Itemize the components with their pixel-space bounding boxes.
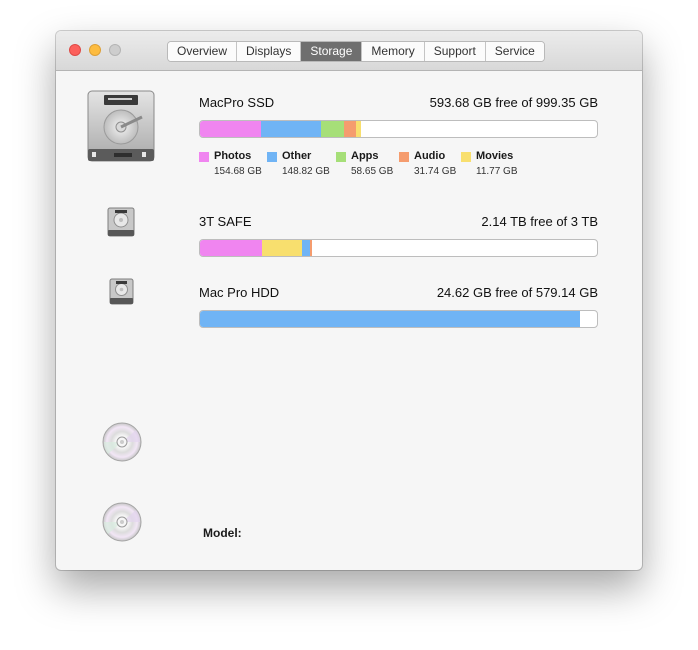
legend-label: Apps	[351, 150, 379, 162]
legend-size: 11.77 GB	[476, 166, 518, 176]
usage-segment-apps	[320, 121, 344, 137]
tab-service[interactable]: Service	[484, 42, 544, 61]
usage-segment-movies	[262, 240, 302, 256]
legend-size: 148.82 GB	[282, 166, 330, 176]
hard-drive-icon	[108, 278, 135, 311]
optical-disc-icon	[102, 422, 142, 467]
close-window-button[interactable]	[69, 44, 81, 56]
storage-usage-bar	[199, 310, 598, 328]
usage-segment-movies	[356, 121, 362, 137]
usage-segment-other	[261, 121, 321, 137]
legend-swatch	[461, 152, 471, 162]
storage-usage-bar	[199, 120, 598, 138]
tab-support[interactable]: Support	[423, 42, 485, 61]
drive-free-space: 2.14 TB free of 3 TB	[481, 214, 598, 229]
legend-swatch	[267, 152, 277, 162]
storage-window: Overview Displays Storage Memory Support…	[56, 31, 642, 570]
drive-free-space: 24.62 GB free of 579.14 GB	[436, 285, 598, 300]
usage-segment-audio	[310, 240, 313, 256]
drive-name: MacPro SSD	[199, 95, 275, 110]
optical-disc-icon	[102, 502, 142, 547]
legend-swatch	[399, 152, 409, 162]
legend-swatch	[199, 152, 209, 162]
tab-memory[interactable]: Memory	[361, 42, 424, 61]
drive-free-space: 593.68 GB free of 999.35 GB	[429, 95, 598, 110]
usage-segment-audio	[343, 121, 357, 137]
tab-bar: Overview Displays Storage Memory Support…	[167, 41, 545, 62]
legend-size: 154.68 GB	[214, 166, 262, 176]
usage-segment-other	[200, 311, 580, 327]
legend-label: Movies	[476, 150, 514, 162]
usage-segment-other	[301, 240, 311, 256]
usage-segment-photos	[200, 121, 262, 137]
storage-usage-bar	[199, 239, 598, 257]
usage-segment-photos	[200, 240, 263, 256]
zoom-window-button[interactable]	[109, 44, 121, 56]
hard-drive-icon	[106, 207, 136, 243]
minimize-window-button[interactable]	[89, 44, 101, 56]
title-bar: Overview Displays Storage Memory Support…	[56, 31, 642, 71]
model-label: Model:	[203, 526, 242, 540]
tab-storage[interactable]: Storage	[300, 42, 362, 61]
storage-legend: Photos 154.68 GB Other 148.82 GB Apps 58.65 G…	[199, 150, 619, 176]
legend-size: 31.74 GB	[414, 166, 457, 176]
legend-label: Other	[282, 150, 312, 162]
legend-label: Audio	[414, 150, 446, 162]
tab-displays[interactable]: Displays	[236, 42, 301, 61]
legend-size: 58.65 GB	[351, 166, 394, 176]
drive-name: 3T SAFE	[199, 214, 252, 229]
drive-name: Mac Pro HDD	[199, 285, 280, 300]
tab-overview[interactable]: Overview	[168, 42, 237, 61]
legend-swatch	[336, 152, 346, 162]
hard-drive-icon	[84, 89, 160, 172]
legend-label: Photos	[214, 150, 252, 162]
